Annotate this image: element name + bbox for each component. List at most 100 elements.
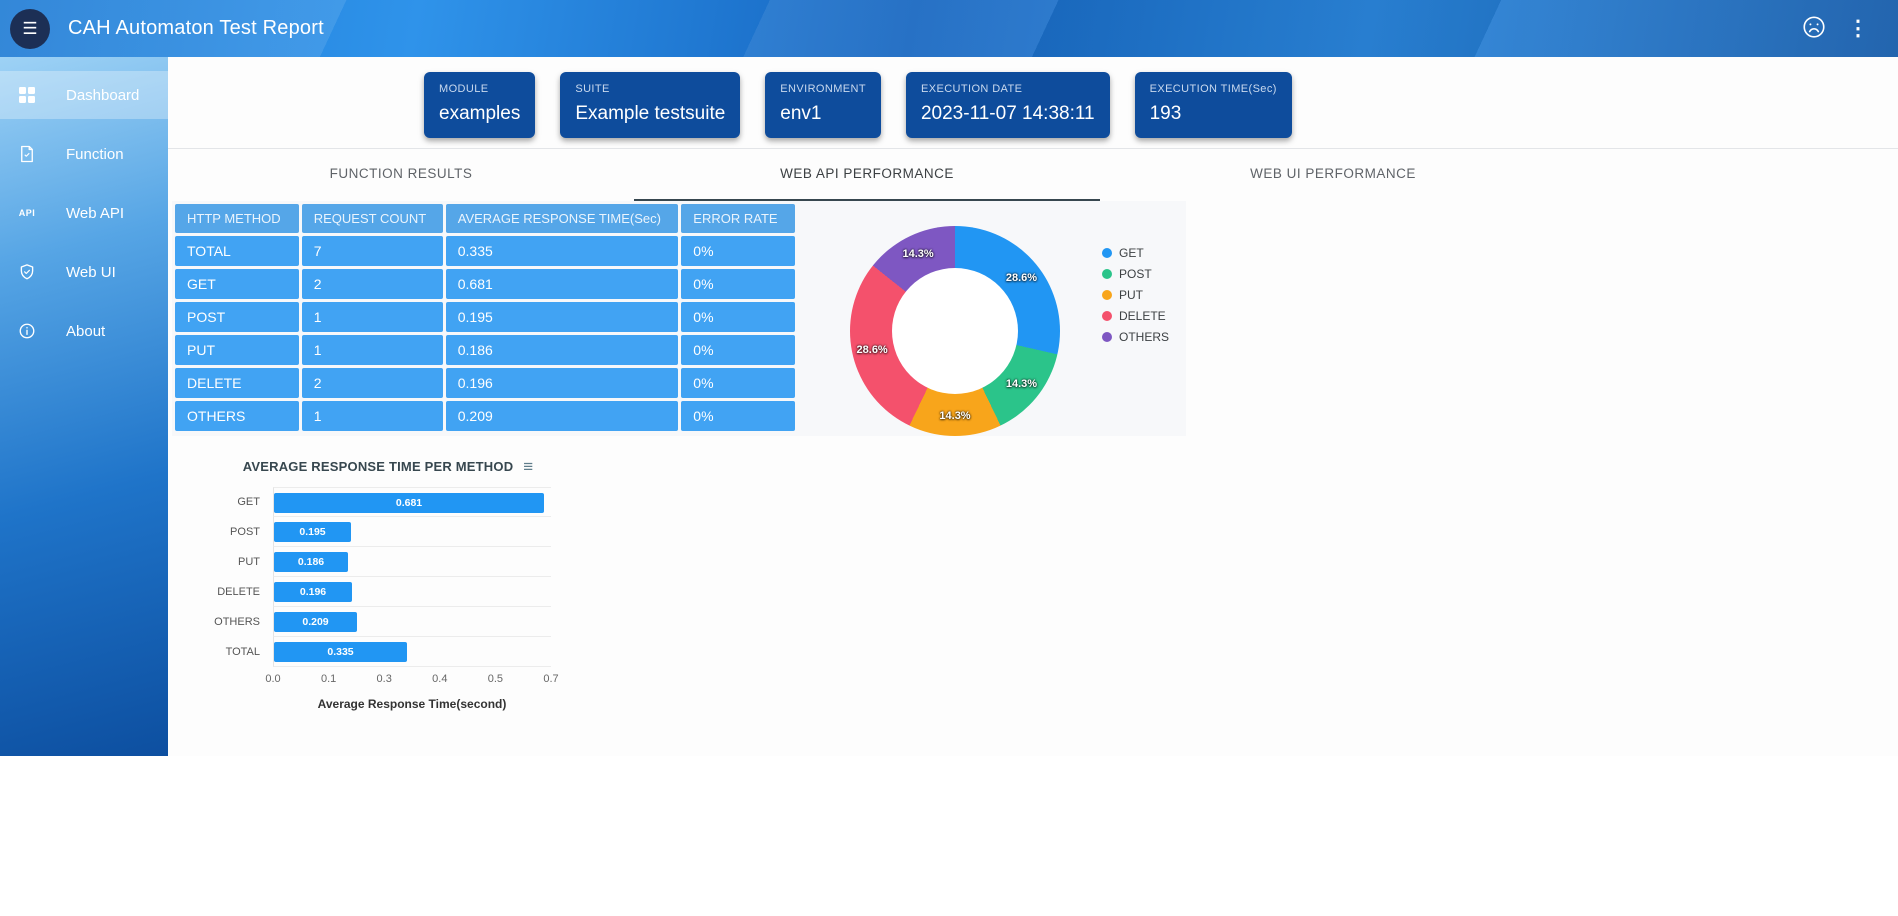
bar-category-label: PUT (213, 547, 273, 577)
donut-legend: GET POST PUT DELETE OTHERS (1102, 226, 1169, 436)
table-cell: 0.195 (446, 302, 679, 332)
legend-item-others[interactable]: OTHERS (1102, 326, 1169, 347)
web-api-performance-panel: HTTP METHODREQUEST COUNTAVERAGE RESPONSE… (172, 201, 1186, 436)
bar-track: 0.681 (273, 487, 551, 517)
donut-hole (892, 268, 1018, 394)
info-card-execution-time-sec-: EXECUTION TIME(Sec) 193 (1135, 72, 1292, 138)
webui-shield-icon (16, 261, 38, 283)
table-cell: 7 (302, 236, 443, 266)
sidebar-item-about[interactable]: About (0, 307, 168, 355)
legend-color-dot (1102, 332, 1112, 342)
table-cell: 2 (302, 269, 443, 299)
kebab-menu-button[interactable]: ⋮ (1836, 7, 1880, 51)
sidebar-item-web-api[interactable]: APIWeb API (0, 189, 168, 237)
table-cell: 0% (681, 269, 795, 299)
sidebar-item-web-ui[interactable]: Web UI (0, 248, 168, 296)
info-card-value: 193 (1150, 103, 1277, 125)
legend-color-dot (1102, 248, 1112, 258)
app-title: CAH Automaton Test Report (68, 17, 324, 40)
donut-slice-label-put: 14.3% (939, 410, 970, 422)
table-cell: 0% (681, 368, 795, 398)
bar-track: 0.186 (273, 547, 551, 577)
legend-item-post[interactable]: POST (1102, 263, 1169, 284)
x-tick-label: 0.0 (265, 673, 280, 685)
bar-row-delete: DELETE0.196 (213, 577, 563, 607)
info-card-environment: ENVIRONMENT env1 (765, 72, 881, 138)
table-cell: 0% (681, 335, 795, 365)
bar-track: 0.209 (273, 607, 551, 637)
hamburger-menu-button[interactable]: ☰ (10, 9, 50, 49)
info-card-label: ENVIRONMENT (780, 83, 866, 95)
chart-menu-icon[interactable]: ≡ (523, 458, 533, 475)
api-table-body: TOTAL70.3350%GET20.6810%POST10.1950%PUT1… (175, 236, 795, 431)
table-header-cell: REQUEST COUNT (302, 204, 443, 233)
info-cards: MODULEexamplesSUITEExample testsuiteENVI… (168, 57, 1898, 149)
bar-category-label: POST (213, 517, 273, 547)
legend-label: GET (1119, 246, 1144, 260)
donut-chart-block: 28.6%14.3%14.3%28.6%14.3% GETPOSTPUTDELE… (850, 201, 1169, 436)
table-cell: OTHERS (175, 401, 299, 431)
kebab-menu-icon: ⋮ (1848, 18, 1869, 39)
bar-category-label: DELETE (213, 577, 273, 607)
table-row: GET20.6810% (175, 269, 795, 299)
legend-label: DELETE (1119, 309, 1166, 323)
sidebar: Dashboard Function APIWeb API Web UI About (0, 57, 168, 756)
info-card-label: EXECUTION DATE (921, 83, 1095, 95)
main-content: MODULEexamplesSUITEExample testsuiteENVI… (168, 57, 1898, 756)
table-cell: TOTAL (175, 236, 299, 266)
avg-response-time-chart: AVERAGE RESPONSE TIME PER METHOD ≡ GET0.… (213, 458, 563, 711)
bar-fill: 0.195 (274, 522, 351, 542)
donut-slice-label-get: 28.6% (1006, 272, 1037, 284)
table-cell: 0.681 (446, 269, 679, 299)
hamburger-icon: ☰ (22, 19, 37, 39)
bar-fill: 0.681 (274, 493, 544, 513)
sidebar-item-function[interactable]: Function (0, 130, 168, 178)
bar-rows: GET0.681POST0.195PUT0.186DELETE0.196OTHE… (213, 487, 563, 667)
tab-web-api-performance[interactable]: WEB API PERFORMANCE (634, 149, 1100, 201)
table-cell: 0% (681, 302, 795, 332)
bar-chart-header: AVERAGE RESPONSE TIME PER METHOD ≡ (213, 458, 563, 475)
sad-face-button[interactable] (1792, 7, 1836, 51)
sidebar-item-label: About (66, 323, 105, 340)
api-text-icon: API (16, 202, 38, 224)
table-cell: 0% (681, 236, 795, 266)
table-header-cell: HTTP METHOD (175, 204, 299, 233)
bar-x-axis: 0.00.10.30.40.50.7 (273, 673, 551, 689)
table-cell: POST (175, 302, 299, 332)
legend-label: POST (1119, 267, 1152, 281)
tab-web-ui-performance[interactable]: WEB UI PERFORMANCE (1100, 149, 1566, 201)
table-cell: GET (175, 269, 299, 299)
donut-slice-label-others: 14.3% (903, 248, 934, 260)
api-table-head: HTTP METHODREQUEST COUNTAVERAGE RESPONSE… (175, 204, 795, 233)
table-cell: 1 (302, 401, 443, 431)
legend-item-delete[interactable]: DELETE (1102, 305, 1169, 326)
table-row: DELETE20.1960% (175, 368, 795, 398)
legend-item-get[interactable]: GET (1102, 242, 1169, 263)
info-card-label: SUITE (575, 83, 725, 95)
bar-fill: 0.186 (274, 552, 348, 572)
table-cell: 0.196 (446, 368, 679, 398)
app-shell: DashboardFunctionAPIWeb APIWeb UIAbout M… (0, 57, 1898, 756)
sidebar-item-dashboard[interactable]: Dashboard (0, 71, 168, 119)
legend-item-put[interactable]: PUT (1102, 284, 1169, 305)
table-row: PUT10.1860% (175, 335, 795, 365)
legend-color-dot (1102, 269, 1112, 279)
bar-fill: 0.335 (274, 642, 407, 662)
sad-face-icon (1801, 14, 1827, 43)
table-cell: 0.335 (446, 236, 679, 266)
table-cell: 0% (681, 401, 795, 431)
x-tick-label: 0.7 (543, 673, 558, 685)
info-card-value: env1 (780, 103, 866, 125)
donut-slice-label-delete: 28.6% (857, 344, 888, 356)
sidebar-item-label: Function (66, 146, 124, 163)
legend-label: PUT (1119, 288, 1143, 302)
info-card-label: EXECUTION TIME(Sec) (1150, 83, 1277, 95)
bar-chart-title: AVERAGE RESPONSE TIME PER METHOD (243, 459, 514, 474)
bar-category-label: TOTAL (213, 637, 273, 667)
info-card-value: Example testsuite (575, 103, 725, 125)
table-row: OTHERS10.2090% (175, 401, 795, 431)
table-header-row: HTTP METHODREQUEST COUNTAVERAGE RESPONSE… (175, 204, 795, 233)
bar-row-put: PUT0.186 (213, 547, 563, 577)
tab-function-results[interactable]: FUNCTION RESULTS (168, 149, 634, 201)
info-card-value: 2023-11-07 14:38:11 (921, 103, 1095, 125)
